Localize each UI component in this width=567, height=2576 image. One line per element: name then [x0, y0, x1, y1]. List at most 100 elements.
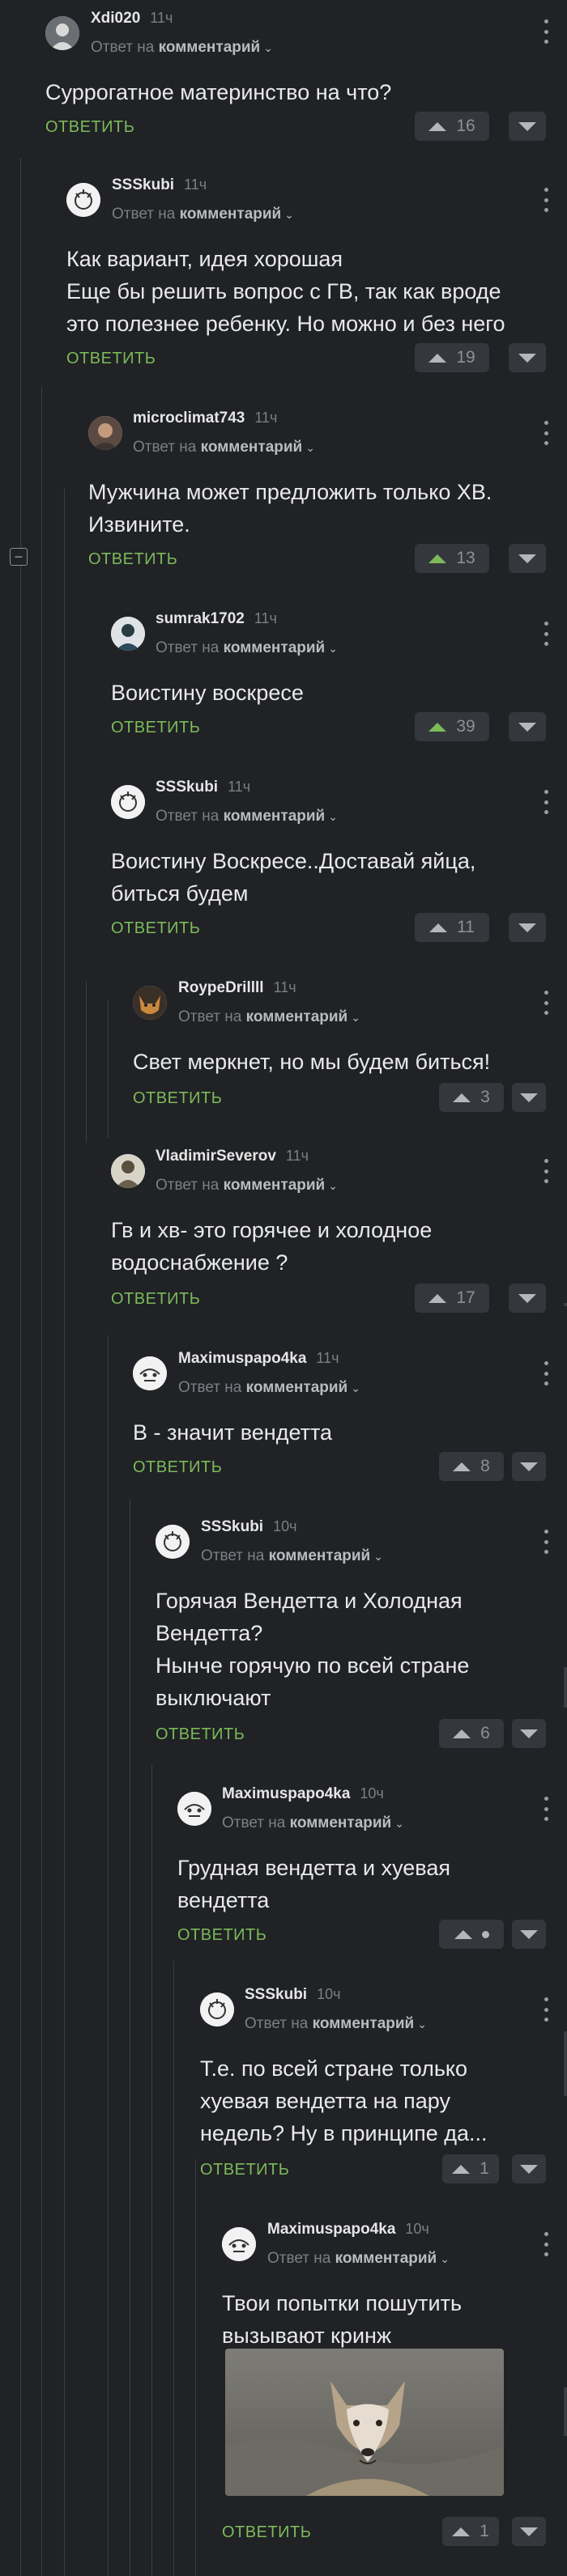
upvote-button[interactable]: 6 — [439, 1719, 504, 1748]
reply-button[interactable]: ОТВЕТИТЬ — [177, 1926, 266, 1945]
downvote-button[interactable] — [509, 1284, 546, 1313]
comment-time: 11ч — [184, 176, 207, 193]
reply-button[interactable]: ОТВЕТИТЬ — [111, 719, 200, 737]
avatar[interactable] — [66, 183, 100, 217]
comment-text: Воистину воскресе — [111, 681, 304, 705]
scrollbar-mark — [564, 1303, 567, 1306]
reply-to-link[interactable]: Ответ на комментарий ⌄ — [178, 1008, 360, 1026]
avatar[interactable] — [200, 1992, 234, 2026]
upvote-button[interactable]: 1 — [442, 2517, 499, 2546]
reply-to-link[interactable]: Ответ на комментарий ⌄ — [245, 2015, 427, 2033]
reply-to-link[interactable]: Ответ на комментарий ⌄ — [178, 1379, 360, 1397]
comment-author[interactable]: SSSkubi 10ч — [201, 1518, 296, 1536]
avatar[interactable] — [133, 986, 167, 1020]
downvote-button[interactable] — [509, 343, 546, 372]
upvote-button[interactable]: 16 — [415, 112, 489, 141]
reply-button[interactable]: ОТВЕТИТЬ — [88, 550, 177, 569]
vote-count: 11 — [457, 918, 475, 936]
reply-to-link[interactable]: Ответ на комментарий ⌄ — [112, 206, 294, 223]
upvote-button[interactable]: 8 — [439, 1452, 504, 1481]
reply-to-link[interactable]: Ответ на комментарий ⌄ — [133, 439, 315, 456]
collapse-thread-button[interactable]: − — [10, 548, 28, 566]
upvote-button[interactable]: 17 — [415, 1284, 489, 1313]
more-options-icon[interactable] — [543, 188, 549, 212]
reply-to-link[interactable]: Ответ на комментарий ⌄ — [156, 639, 338, 657]
arrow-down-icon — [518, 722, 536, 732]
reply-button[interactable]: ОТВЕТИТЬ — [156, 1725, 245, 1744]
upvote-button[interactable]: 1 — [442, 2154, 499, 2183]
reply-button[interactable]: ОТВЕТИТЬ — [111, 919, 200, 938]
reply-to-link[interactable]: Ответ на комментарий ⌄ — [267, 2250, 450, 2268]
comment-time: 11ч — [254, 410, 278, 426]
avatar[interactable] — [111, 1154, 145, 1188]
comment-author[interactable]: sumrak1702 11ч — [156, 610, 277, 628]
arrow-down-icon — [520, 1929, 538, 1939]
more-options-icon[interactable] — [543, 1530, 549, 1554]
comment-author[interactable]: microclimat743 11ч — [133, 410, 277, 427]
comment-author[interactable]: Maximuspapo4ka 11ч — [178, 1350, 339, 1368]
comment-author[interactable]: SSSkubi 10ч — [245, 1986, 340, 2004]
upvote-button[interactable]: 3 — [439, 1083, 504, 1112]
reply-button[interactable]: ОТВЕТИТЬ — [66, 350, 156, 368]
downvote-button[interactable] — [509, 544, 546, 573]
downvote-button[interactable] — [509, 112, 546, 141]
more-options-icon[interactable] — [543, 790, 549, 814]
upvote-button[interactable]: 11 — [415, 913, 489, 942]
reply-to-link[interactable]: Ответ на комментарий ⌄ — [156, 808, 338, 825]
downvote-button[interactable] — [512, 1083, 546, 1112]
upvote-button[interactable]: 19 — [415, 343, 489, 372]
avatar[interactable] — [177, 1792, 211, 1826]
downvote-button[interactable] — [512, 2517, 546, 2546]
more-options-icon[interactable] — [543, 991, 549, 1015]
comment-image[interactable] — [225, 2349, 504, 2496]
avatar[interactable] — [156, 1525, 190, 1559]
reply-to-link[interactable]: Ответ на комментарий ⌄ — [222, 1814, 404, 1832]
downvote-button[interactable] — [512, 1920, 546, 1949]
chevron-down-icon: ⌄ — [328, 810, 338, 823]
downvote-button[interactable] — [512, 1452, 546, 1481]
avatar[interactable] — [88, 416, 122, 450]
reply-button[interactable]: ОТВЕТИТЬ — [133, 1089, 222, 1108]
comment-author[interactable]: RoypeDrillll 11ч — [178, 979, 296, 997]
more-options-icon[interactable] — [543, 1797, 549, 1821]
comment-author[interactable]: Maximuspapo4ka 10ч — [222, 1785, 384, 1803]
upvote-button[interactable] — [439, 1920, 504, 1949]
arrow-up-icon — [453, 1729, 471, 1738]
reply-button[interactable]: ОТВЕТИТЬ — [200, 2161, 289, 2179]
downvote-button[interactable] — [512, 2154, 546, 2183]
more-options-icon[interactable] — [543, 1997, 549, 2022]
avatar[interactable] — [45, 16, 79, 50]
comment-author[interactable]: SSSkubi 11ч — [156, 779, 250, 796]
reply-to-link[interactable]: Ответ на комментарий ⌄ — [201, 1547, 383, 1565]
downvote-button[interactable] — [509, 712, 546, 741]
avatar[interactable] — [222, 2227, 256, 2261]
downvote-button[interactable] — [509, 913, 546, 942]
reply-button[interactable]: ОТВЕТИТЬ — [111, 1290, 200, 1309]
more-options-icon[interactable] — [543, 1361, 549, 1386]
comment-text: Т.е. по всей стране только хуевая вендет… — [200, 2056, 488, 2145]
more-options-icon[interactable] — [543, 421, 549, 445]
more-options-icon[interactable] — [543, 622, 549, 646]
upvote-button[interactable]: 13 — [415, 544, 489, 573]
avatar[interactable] — [111, 785, 145, 819]
downvote-button[interactable] — [512, 1719, 546, 1748]
more-options-icon[interactable] — [543, 19, 549, 44]
comment-author[interactable]: Xdi020 11ч — [91, 10, 173, 28]
comment-author[interactable]: SSSkubi 11ч — [112, 176, 207, 194]
chevron-down-icon: ⌄ — [328, 1179, 338, 1192]
reply-to-link[interactable]: Ответ на комментарий ⌄ — [156, 1177, 338, 1195]
chevron-down-icon: ⌄ — [284, 208, 294, 221]
comment-author[interactable]: Maximuspapo4ka 10ч — [267, 2221, 429, 2239]
vote-hidden-dot — [481, 1930, 489, 1938]
chevron-down-icon: ⌄ — [417, 2018, 427, 2031]
reply-button[interactable]: ОТВЕТИТЬ — [45, 118, 134, 137]
reply-button[interactable]: ОТВЕТИТЬ — [222, 2523, 311, 2542]
reply-button[interactable]: ОТВЕТИТЬ — [133, 1458, 222, 1477]
avatar[interactable] — [133, 1356, 167, 1390]
avatar[interactable] — [111, 617, 145, 651]
reply-to-link[interactable]: Ответ на комментарий ⌄ — [91, 39, 273, 57]
more-options-icon[interactable] — [543, 1159, 549, 1183]
upvote-button[interactable]: 39 — [415, 712, 489, 741]
more-options-icon[interactable] — [543, 2232, 549, 2256]
comment-author[interactable]: VladimirSeverov 11ч — [156, 1148, 309, 1165]
